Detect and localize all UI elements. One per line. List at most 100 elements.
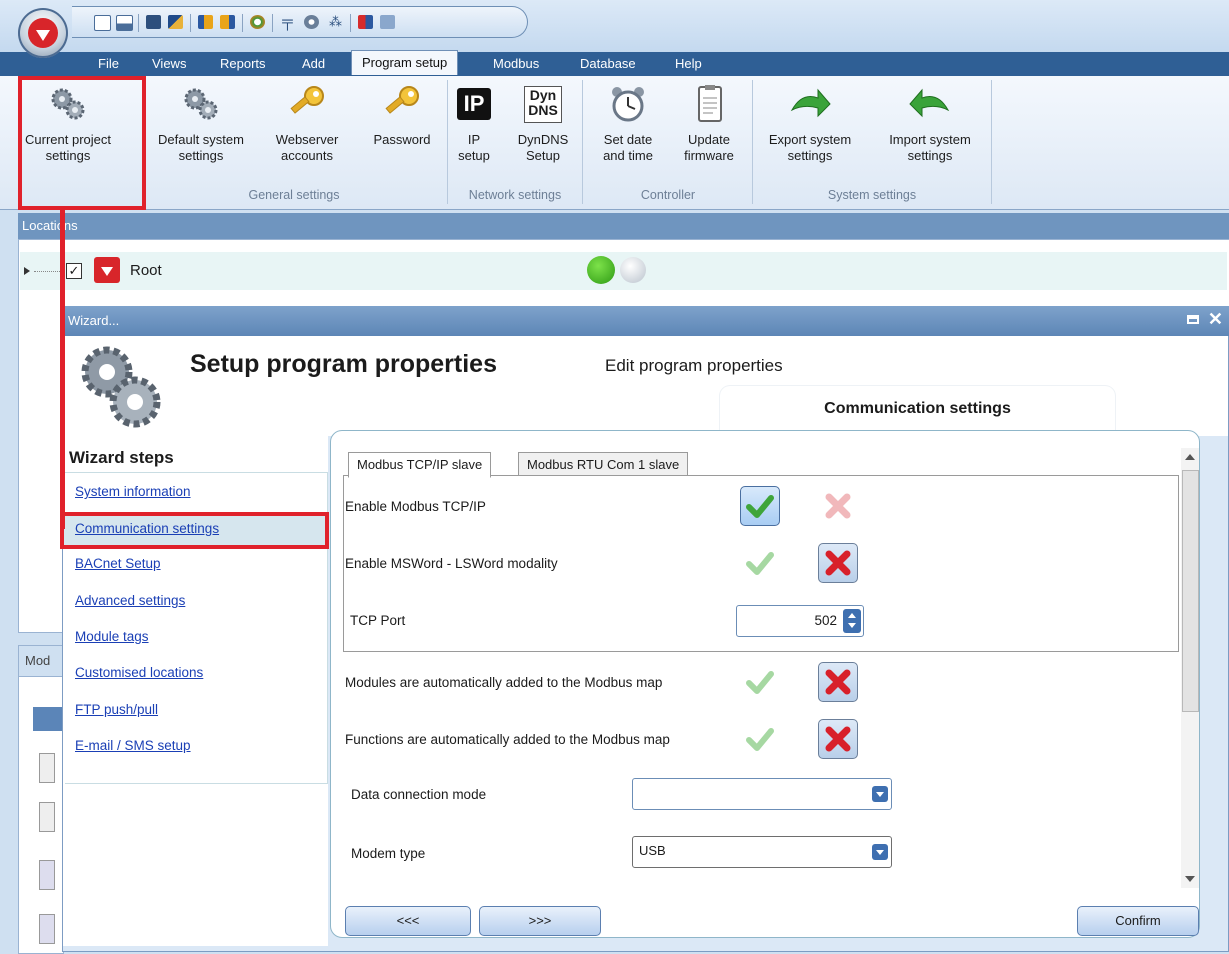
functions-auto-yes-button[interactable] bbox=[740, 719, 780, 759]
chevron-down-icon[interactable] bbox=[872, 844, 888, 860]
scroll-down-icon[interactable] bbox=[1185, 876, 1195, 882]
ip-setup-button[interactable]: IP IP setup bbox=[452, 84, 496, 164]
edit-icon[interactable] bbox=[168, 15, 183, 29]
import-system-settings-button[interactable]: Import system settings bbox=[874, 84, 986, 164]
set-date-time-button[interactable]: Set date and time bbox=[592, 84, 664, 164]
close-icon[interactable]: ✕ bbox=[1208, 309, 1223, 330]
data-connection-select[interactable] bbox=[632, 778, 892, 810]
enable-tcp-yes-button[interactable] bbox=[740, 486, 780, 526]
step-email-sms-setup[interactable]: E-mail / SMS setup bbox=[75, 738, 191, 753]
toolbar-separator bbox=[272, 14, 273, 32]
module-icon[interactable] bbox=[39, 860, 55, 890]
modules-header-row bbox=[33, 707, 63, 731]
check-icon bbox=[746, 728, 774, 751]
check-icon bbox=[746, 671, 774, 694]
module-icon[interactable] bbox=[39, 914, 55, 944]
scroll-thumb[interactable] bbox=[1182, 470, 1199, 712]
modules-header: Mod bbox=[18, 645, 64, 677]
module-icon[interactable] bbox=[39, 753, 55, 783]
display-icon[interactable] bbox=[380, 15, 395, 29]
step-bacnet-setup[interactable]: BACnet Setup bbox=[75, 556, 161, 571]
check-icon bbox=[746, 552, 774, 575]
scroll-up-icon[interactable] bbox=[1185, 454, 1195, 460]
export-system-settings-button[interactable]: Export system settings bbox=[756, 84, 864, 164]
save-icon[interactable] bbox=[146, 15, 161, 29]
group-label-network: Network settings bbox=[468, 188, 562, 202]
msword-label: Enable MSWord - LSWord modality bbox=[345, 556, 558, 571]
antenna-icon[interactable] bbox=[304, 15, 319, 29]
monitor-icon[interactable] bbox=[358, 15, 373, 29]
enable-tcp-no-button[interactable] bbox=[818, 486, 858, 526]
menu-program-setup[interactable]: Program setup bbox=[351, 50, 459, 75]
stepper-arrows-icon[interactable] bbox=[843, 609, 861, 633]
toolbar-separator bbox=[138, 14, 139, 32]
module-icon[interactable] bbox=[39, 802, 55, 832]
key-icon bbox=[262, 84, 352, 124]
confirm-button[interactable]: Confirm bbox=[1077, 906, 1199, 936]
import-arrow-icon bbox=[874, 84, 986, 124]
tab-modbus-tcpip-slave[interactable]: Modbus TCP/IP slave bbox=[348, 452, 492, 478]
toolbar-separator bbox=[242, 14, 243, 32]
chevron-down-icon[interactable] bbox=[872, 786, 888, 802]
msword-yes-button[interactable] bbox=[740, 543, 780, 583]
functions-auto-no-button[interactable] bbox=[818, 719, 858, 759]
group-label-system: System settings bbox=[827, 188, 917, 202]
import-icon[interactable] bbox=[220, 15, 235, 29]
export-arrow-icon bbox=[756, 84, 864, 124]
enable-tcp-label: Enable Modbus TCP/IP bbox=[345, 499, 486, 514]
window-icon[interactable] bbox=[116, 15, 133, 31]
tree-row-root[interactable]: ✓ Root bbox=[20, 252, 1227, 290]
step-ftp-push-pull[interactable]: FTP push/pull bbox=[75, 702, 158, 717]
modules-auto-no-button[interactable] bbox=[818, 662, 858, 702]
cross-icon bbox=[825, 550, 851, 576]
tcp-port-stepper[interactable]: 502 bbox=[736, 605, 864, 637]
button-label: Setup bbox=[526, 148, 560, 163]
locations-header: Locations bbox=[18, 213, 1229, 239]
menu-help[interactable]: Help bbox=[675, 56, 702, 71]
next-button[interactable]: >>> bbox=[479, 906, 601, 936]
button-label: Import system bbox=[889, 132, 971, 147]
menu-file[interactable]: File bbox=[98, 56, 119, 71]
gears-icon bbox=[146, 84, 256, 124]
root-checkbox[interactable]: ✓ bbox=[66, 263, 82, 279]
step-module-tags[interactable]: Module tags bbox=[75, 629, 149, 644]
menu-views[interactable]: Views bbox=[152, 56, 186, 71]
new-document-icon[interactable] bbox=[94, 15, 111, 31]
export-icon[interactable] bbox=[198, 15, 213, 29]
step-system-information[interactable]: System information bbox=[75, 484, 191, 499]
modules-auto-yes-button[interactable] bbox=[740, 662, 780, 702]
dyndns-setup-button[interactable]: Dyn DNS DynDNS Setup bbox=[508, 84, 578, 164]
tcp-port-value[interactable]: 502 bbox=[814, 613, 837, 628]
quick-access-toolbar: ╤ ⁂ bbox=[72, 6, 528, 38]
previous-button[interactable]: <<< bbox=[345, 906, 471, 936]
network-icon[interactable]: ╤ bbox=[280, 14, 295, 29]
menu-modbus[interactable]: Modbus bbox=[493, 56, 539, 71]
menu-add[interactable]: Add bbox=[302, 56, 325, 71]
update-firmware-button[interactable]: Update firmware bbox=[672, 84, 746, 164]
refresh-icon[interactable] bbox=[250, 15, 265, 29]
app-menu-button[interactable] bbox=[18, 8, 68, 58]
ribbon-separator bbox=[752, 80, 753, 204]
password-button[interactable]: Password bbox=[362, 84, 442, 148]
default-system-settings-button[interactable]: Default system settings bbox=[146, 84, 256, 164]
wizard-header: Setup program properties Edit program pr… bbox=[63, 336, 1228, 436]
menu-reports[interactable]: Reports bbox=[220, 56, 266, 71]
tab-modbus-rtu-com1-slave[interactable]: Modbus RTU Com 1 slave bbox=[518, 452, 689, 476]
button-label: accounts bbox=[280, 148, 334, 163]
document-icon bbox=[672, 84, 746, 124]
expand-arrow-icon[interactable] bbox=[24, 267, 30, 275]
button-label: Set date bbox=[603, 132, 653, 147]
step-customised-locations[interactable]: Customised locations bbox=[75, 665, 203, 680]
group-label-general: General settings bbox=[248, 188, 340, 202]
step-advanced-settings[interactable]: Advanced settings bbox=[75, 593, 185, 608]
webserver-accounts-button[interactable]: Webserver accounts bbox=[262, 84, 352, 164]
maximize-icon[interactable] bbox=[1187, 315, 1199, 324]
wizard-heading: Setup program properties bbox=[190, 350, 497, 378]
alarm-clock-icon bbox=[592, 84, 664, 124]
scrollbar[interactable] bbox=[1181, 448, 1199, 888]
modem-type-select[interactable]: USB bbox=[632, 836, 892, 868]
topology-icon[interactable]: ⁂ bbox=[328, 15, 343, 29]
msword-no-button[interactable] bbox=[818, 543, 858, 583]
button-label: Password bbox=[373, 132, 431, 147]
menu-database[interactable]: Database bbox=[580, 56, 636, 71]
